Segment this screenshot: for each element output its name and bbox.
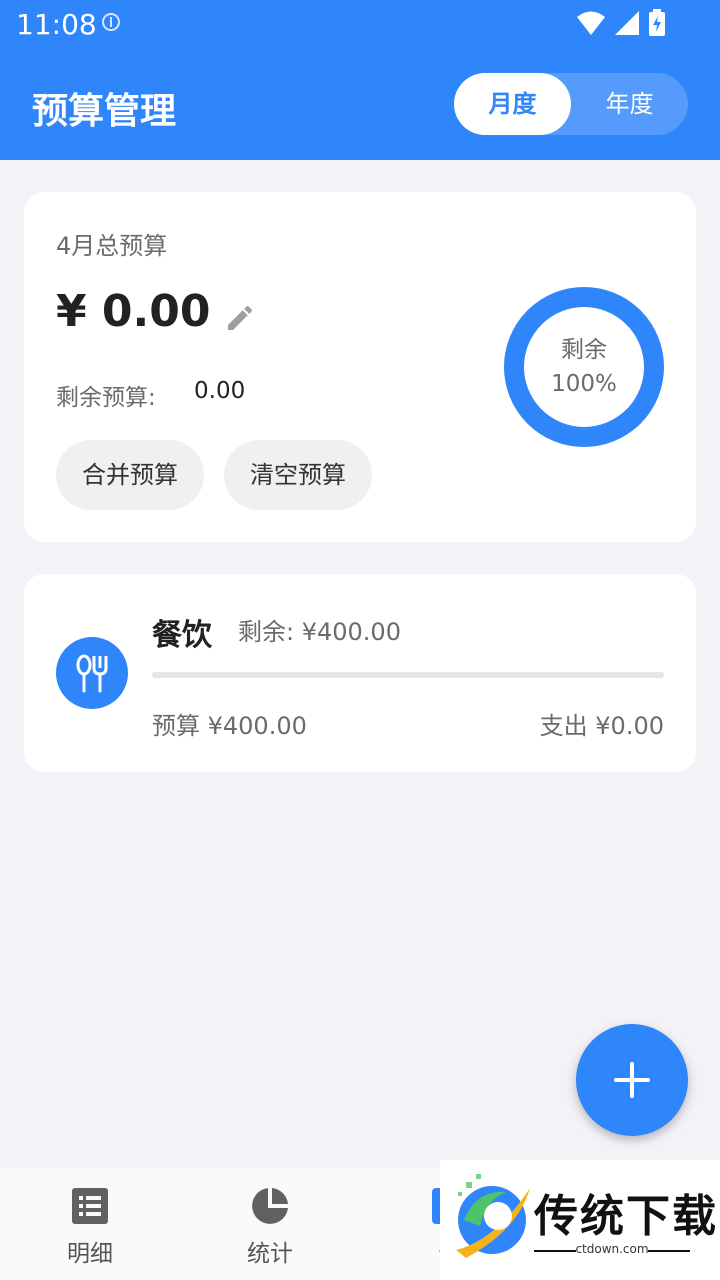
category-name: 餐饮 (152, 618, 212, 653)
ctdown-logo (456, 1174, 530, 1258)
plus-icon (614, 1062, 650, 1098)
watermark-text: 传统下载 (534, 1191, 718, 1242)
category-budget: 预算 ¥400.00 (152, 712, 307, 740)
status-icons (576, 8, 666, 38)
month-budget-label: 4月总预算 (56, 232, 168, 260)
total-budget-card: 4月总预算 ¥ 0.00 剩余预算: 0.00 合并预算 清空预算 剩余 100… (24, 192, 696, 542)
total-budget-amount: ¥ 0.00 (56, 286, 211, 337)
toggle-month[interactable]: 月度 (454, 73, 571, 135)
category-spent: 支出 ¥0.00 (539, 712, 664, 740)
ring-label: 剩余 (561, 337, 607, 363)
battery-icon (649, 9, 665, 36)
watermark-line-right (648, 1250, 690, 1252)
add-budget-button[interactable] (576, 1024, 688, 1136)
status-time: 11:08 (16, 8, 97, 41)
period-toggle: 月度 年度 (454, 73, 688, 135)
pie-chart-icon (252, 1188, 288, 1224)
category-remaining: 剩余: ¥400.00 (238, 618, 401, 646)
nav-item-stats[interactable]: 统计 (180, 1168, 360, 1280)
list-icon (72, 1188, 108, 1224)
info-icon (102, 13, 120, 31)
nav-label-details: 明细 (67, 1241, 113, 1267)
nav-label-stats: 统计 (247, 1241, 293, 1267)
ring-percent: 100% (551, 371, 617, 397)
page-title: 预算管理 (32, 91, 177, 132)
watermark-sub: ctdown.com (575, 1242, 649, 1256)
nav-item-details[interactable]: 明细 (0, 1168, 180, 1280)
app-header: 11:08 预算管理 月度 年度 (0, 0, 720, 160)
wifi-icon (577, 11, 605, 35)
watermark: 传统下载 ctdown.com (440, 1160, 720, 1280)
toggle-year[interactable]: 年度 (571, 73, 688, 135)
edit-icon[interactable] (224, 302, 256, 334)
ring-text: 剩余 100% (504, 287, 664, 447)
merge-budget-button[interactable]: 合并预算 (56, 440, 204, 510)
remaining-budget-value: 0.00 (194, 378, 246, 404)
category-card[interactable]: 餐饮 剩余: ¥400.00 预算 ¥400.00 支出 ¥0.00 (24, 574, 696, 772)
utensils-icon (56, 637, 128, 709)
remaining-budget-label: 剩余预算: (56, 385, 156, 411)
signal-icon (615, 11, 639, 35)
clear-budget-button[interactable]: 清空预算 (224, 440, 372, 510)
category-progress (152, 672, 664, 678)
